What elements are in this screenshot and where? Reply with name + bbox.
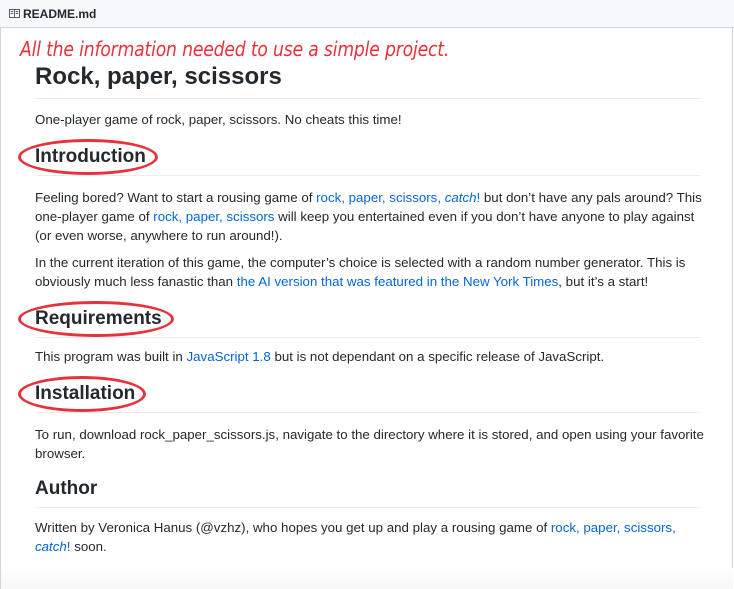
tagline: One-player game of rock, paper, scissors… [35, 112, 402, 127]
author-paragraph: Written by Veronica Hanus (@vzhz), who h… [35, 518, 705, 556]
nyt-ai-version-link[interactable]: the AI version that was featured in the … [237, 274, 559, 289]
file-name[interactable]: README.md [23, 6, 96, 22]
introduction-divider [35, 175, 701, 176]
installation-paragraph: To run, download rock_paper_scissors.js,… [35, 427, 704, 461]
requirements-text-2: but is not dependant on a specific relea… [270, 349, 605, 364]
requirements-text-1: This program was built in [35, 349, 187, 364]
author-text-1: Written by Veronica Hanus (@vzhz), who h… [35, 520, 551, 535]
bottom-fade [1, 568, 733, 589]
rps-link-text: rock, paper, scissors, [316, 190, 442, 205]
highlight-circle-introduction [18, 139, 158, 175]
requirements-divider [35, 337, 701, 338]
introduction-paragraph-2: In the current iteration of this game, t… [35, 253, 705, 291]
introduction-paragraph-1: Feeling bored? Want to start a rousing g… [35, 188, 705, 245]
javascript-link[interactable]: JavaScript 1.8 [187, 349, 271, 364]
catch-link-text: catch [444, 190, 477, 205]
intro-p2-text-2: , but it’s a start! [558, 274, 649, 289]
author-rps-link-text: rock, paper, scissors, [550, 520, 676, 535]
file-header: README.md [0, 0, 734, 28]
rps-catch-link[interactable]: rock, paper, scissors, catch! [316, 190, 480, 205]
requirements-paragraph: This program was built in JavaScript 1.8… [35, 347, 705, 366]
author-catch-link-text: catch [35, 539, 67, 554]
author-divider [35, 507, 701, 508]
rps-link[interactable]: rock, paper, scissors [153, 209, 274, 224]
handwritten-annotation: All the information needed to use a simp… [20, 37, 450, 61]
installation-divider [35, 412, 701, 413]
heading-author: Author [35, 478, 98, 499]
author-text-2: soon. [70, 539, 107, 554]
book-icon [9, 9, 20, 18]
intro-p1-text-1: Feeling bored? Want to start a rousing g… [35, 190, 317, 205]
page-title: Rock, paper, scissors [35, 63, 282, 90]
highlight-circle-requirements [18, 301, 174, 337]
title-divider [35, 98, 701, 99]
highlight-circle-installation [18, 376, 146, 412]
